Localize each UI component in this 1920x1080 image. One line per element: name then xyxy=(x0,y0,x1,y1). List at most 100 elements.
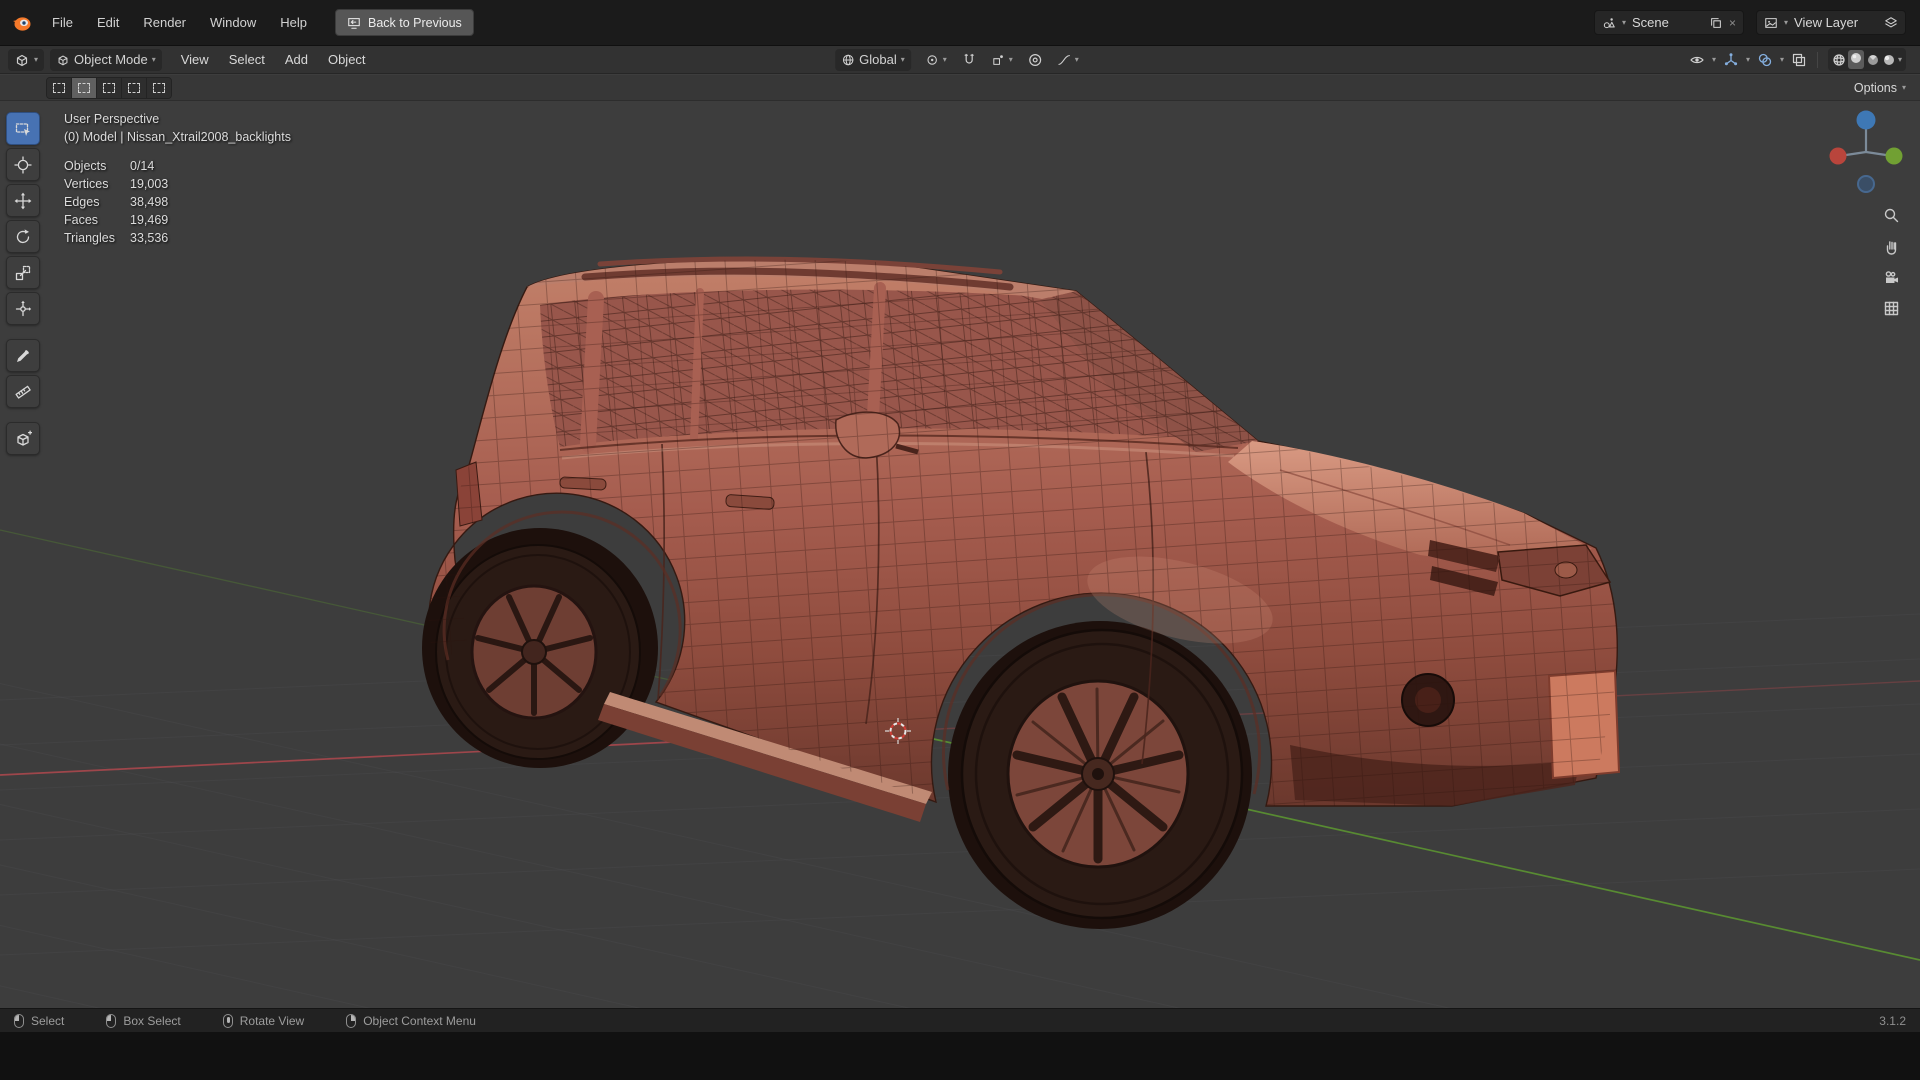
hint-label: Rotate View xyxy=(239,1013,305,1028)
menu-edit[interactable]: Edit xyxy=(85,11,131,34)
chevron-down-icon: ▾ xyxy=(1779,54,1784,64)
gizmo-axis-z[interactable] xyxy=(1856,110,1876,130)
transform-orientation-selector[interactable]: Global ▾ xyxy=(835,48,911,71)
shading-wireframe-icon[interactable] xyxy=(1832,53,1846,67)
shading-material-icon[interactable] xyxy=(1866,53,1880,67)
viewport-3d[interactable]: User Perspective (0) Model | Nissan_Xtra… xyxy=(0,102,1920,1008)
falloff-curve-icon xyxy=(1058,54,1070,65)
topbar: File Edit Render Window Help Back to Pre… xyxy=(0,0,1920,46)
tool-rotate[interactable] xyxy=(6,220,40,253)
shading-rendered-icon[interactable] xyxy=(1882,53,1896,67)
tool-transform[interactable] xyxy=(6,292,40,325)
menu-add[interactable]: Add xyxy=(276,49,317,70)
hint-label: Object Context Menu xyxy=(363,1013,476,1028)
gizmos-toggle-icon[interactable] xyxy=(1723,52,1739,68)
menu-help[interactable]: Help xyxy=(268,11,319,34)
chevron-down-icon: ▾ xyxy=(151,54,156,64)
measure-tool-icon xyxy=(15,385,31,399)
stat-value: 0/14 xyxy=(130,159,155,173)
viewport-info-overlay: User Perspective (0) Model | Nissan_Xtra… xyxy=(64,110,291,247)
xray-toggle-icon[interactable] xyxy=(1791,52,1807,68)
status-bar: Select Box Select Rotate View Object Con… xyxy=(0,1008,1920,1032)
tool-settings-bar: Options ▾ xyxy=(0,75,1920,101)
pan-button[interactable] xyxy=(1878,233,1904,259)
blender-window: File Edit Render Window Help Back to Pre… xyxy=(0,0,1920,1080)
stat-label: Objects xyxy=(64,159,107,173)
tool-add-cube[interactable] xyxy=(6,422,40,455)
menu-select[interactable]: Select xyxy=(220,49,274,70)
hint-label: Box Select xyxy=(123,1013,181,1028)
mouse-left-drag-icon xyxy=(106,1013,117,1028)
stat-value: 33,536 xyxy=(130,231,169,245)
snap-target-icon xyxy=(992,54,1003,65)
shading-solid-active[interactable] xyxy=(1847,50,1864,69)
options-label: Options xyxy=(1853,80,1897,95)
scene-selector[interactable]: ▾ Scene × xyxy=(1594,10,1744,35)
screen-back-icon xyxy=(348,17,360,29)
duplicate-icon[interactable] xyxy=(1709,16,1723,30)
snap-magnet-icon[interactable] xyxy=(961,52,977,68)
chevron-down-icon: ▾ xyxy=(900,54,905,64)
chevron-down-icon: ▾ xyxy=(1074,54,1079,64)
chevron-down-icon: ▾ xyxy=(942,54,947,64)
mode-selector[interactable]: Object Mode ▾ xyxy=(50,48,162,71)
navigation-gizmo[interactable] xyxy=(1826,106,1906,198)
menu-file[interactable]: File xyxy=(40,11,85,34)
tool-scale[interactable] xyxy=(6,256,40,289)
window-bottom-strip xyxy=(0,1032,1920,1080)
menu-object[interactable]: Object xyxy=(319,49,375,70)
chevron-down-icon: ▾ xyxy=(1745,54,1750,64)
gizmo-axis-x[interactable] xyxy=(1829,147,1847,165)
chevron-down-icon: ▾ xyxy=(1622,17,1627,27)
menu-render[interactable]: Render xyxy=(131,11,198,34)
tool-group-gap xyxy=(6,411,40,419)
gizmo-axis-z-neg[interactable] xyxy=(1857,175,1875,193)
pivot-point-selector[interactable]: ▾ xyxy=(919,49,953,71)
car-model[interactable] xyxy=(422,256,1621,929)
chevron-down-icon: ▾ xyxy=(1784,17,1789,27)
select-mode-set[interactable] xyxy=(47,77,72,98)
chevron-down-icon: ▾ xyxy=(1711,54,1716,64)
hint-label: Select xyxy=(31,1013,65,1028)
ortho-toggle-button[interactable] xyxy=(1878,295,1904,321)
object-mode-icon xyxy=(58,55,68,65)
tool-move[interactable] xyxy=(6,184,40,217)
tool-measure[interactable] xyxy=(6,375,40,408)
menu-view[interactable]: View xyxy=(172,49,218,70)
scene-statistics: Objects 0/14 Vertices 19,003 Edges 38,498 F… xyxy=(64,157,291,247)
globe-icon xyxy=(842,54,854,65)
mouse-middle-icon xyxy=(222,1013,233,1028)
stat-value: 38,498 xyxy=(130,195,169,209)
zoom-button[interactable] xyxy=(1878,202,1904,228)
proportional-editing-icon[interactable] xyxy=(1027,52,1043,68)
select-mode-intersect[interactable] xyxy=(147,77,171,98)
annotate-tool-icon xyxy=(17,349,29,362)
mouse-right-icon xyxy=(346,1013,357,1028)
editor-type-selector[interactable]: ▾ xyxy=(8,48,45,71)
camera-view-button[interactable] xyxy=(1878,264,1904,290)
snap-target-selector[interactable]: ▾ xyxy=(985,49,1019,71)
layers-icon[interactable] xyxy=(1884,16,1898,30)
rotate-tool-icon xyxy=(16,228,30,243)
menu-window[interactable]: Window xyxy=(198,11,268,34)
select-mode-extend[interactable] xyxy=(72,77,97,98)
tool-annotate[interactable] xyxy=(6,339,40,372)
view-layer-selector[interactable]: ▾ View Layer xyxy=(1756,10,1906,35)
select-mode-invert[interactable] xyxy=(122,77,147,98)
close-icon[interactable]: × xyxy=(1729,16,1736,30)
stat-label: Triangles xyxy=(64,231,115,245)
transform-tool-icon xyxy=(15,300,32,316)
blender-logo-icon[interactable] xyxy=(10,11,34,35)
gizmo-axis-y[interactable] xyxy=(1885,147,1903,165)
tool-box-select[interactable] xyxy=(6,112,40,145)
hint-context-menu: Object Context Menu xyxy=(346,1013,476,1028)
back-to-previous-button[interactable]: Back to Previous xyxy=(335,9,474,36)
options-button[interactable]: Options ▾ xyxy=(1854,81,1906,95)
add-cube-tool-icon xyxy=(17,429,32,446)
tool-cursor[interactable] xyxy=(6,148,40,181)
select-mode-subtract[interactable] xyxy=(97,77,122,98)
object-visibility-icon[interactable] xyxy=(1689,52,1705,68)
image-icon xyxy=(1765,17,1777,28)
proportional-falloff-selector[interactable]: ▾ xyxy=(1051,49,1085,71)
overlays-toggle-icon[interactable] xyxy=(1757,52,1773,68)
